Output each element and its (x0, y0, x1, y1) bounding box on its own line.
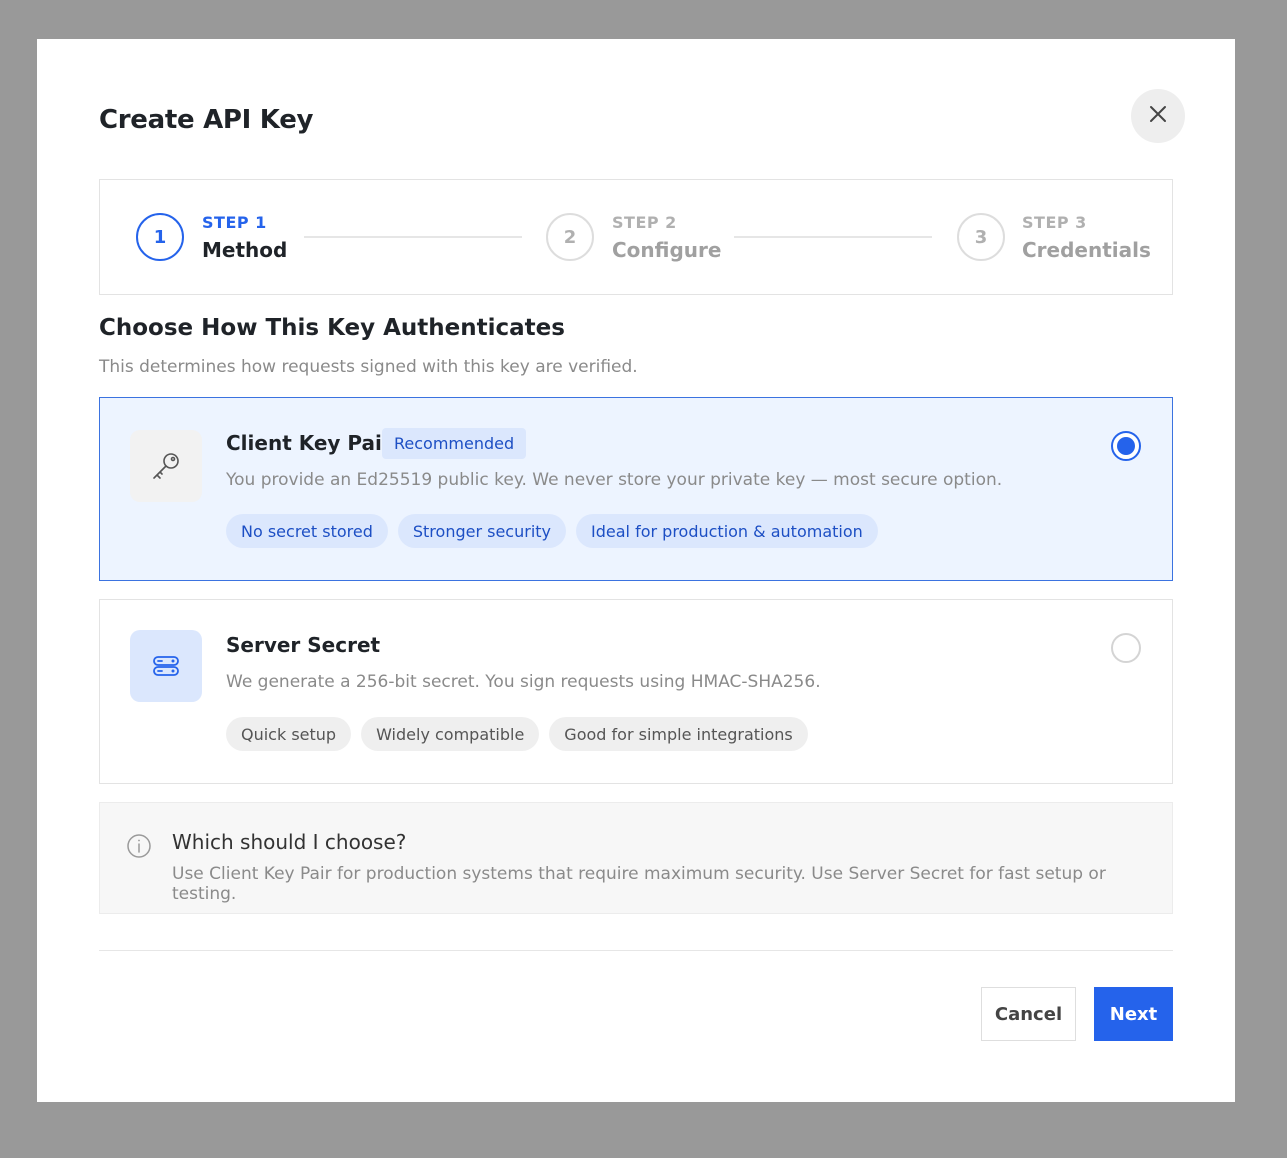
option-description: You provide an Ed25519 public key. We ne… (226, 470, 1003, 490)
info-icon (126, 833, 152, 863)
create-api-key-dialog: Create API Key 1 STEP 1 Method 2 STEP 2 … (37, 39, 1235, 1102)
tag: Stronger security (397, 514, 567, 548)
next-button[interactable]: Next (1094, 987, 1173, 1041)
tag: No secret stored (226, 514, 388, 548)
step-3-number: 3 (974, 226, 988, 248)
step-2-name: Configure (612, 238, 722, 262)
option-title: Client Key Pair (226, 431, 392, 455)
step-2-number: 2 (563, 226, 577, 248)
close-button[interactable] (1131, 89, 1185, 143)
option-tags: No secret stored Stronger security Ideal… (226, 514, 878, 548)
step-connector (734, 236, 932, 238)
close-icon (1149, 105, 1167, 127)
tag: Quick setup (226, 717, 352, 751)
option-server-secret[interactable]: Server Secret We generate a 256-bit secr… (99, 599, 1173, 784)
footer-divider (99, 950, 1173, 951)
tag: Good for simple integrations (549, 717, 808, 751)
option-tags: Quick setup Widely compatible Good for s… (226, 717, 808, 751)
option-client-key-pair[interactable]: Client Key Pair Recommended You provide … (99, 397, 1173, 581)
info-title: Which should I choose? (172, 830, 407, 854)
key-icon (130, 430, 202, 502)
dialog-title: Create API Key (99, 105, 314, 135)
radio-client-key-pair[interactable] (1111, 431, 1141, 461)
step-1-circle: 1 (136, 213, 184, 261)
step-1-label: STEP 1 (202, 213, 267, 232)
step-1-name: Method (202, 238, 288, 262)
recommended-badge: Recommended (382, 428, 527, 459)
stepper: 1 STEP 1 Method 2 STEP 2 Configure 3 STE… (99, 179, 1173, 295)
tag: Ideal for production & automation (576, 514, 878, 548)
step-2-circle: 2 (546, 213, 594, 261)
step-connector (304, 236, 522, 238)
info-text: Use Client Key Pair for production syste… (172, 864, 1106, 904)
server-icon (130, 630, 202, 702)
step-2-label: STEP 2 (612, 213, 677, 232)
section-subtitle: This determines how requests signed with… (99, 357, 638, 377)
cancel-button[interactable]: Cancel (981, 987, 1076, 1041)
step-3-circle: 3 (957, 213, 1005, 261)
step-3-name: Credentials (1022, 238, 1151, 262)
section-title: Choose How This Key Authenticates (99, 315, 565, 341)
info-panel: Which should I choose? Use Client Key Pa… (99, 802, 1173, 914)
option-title: Server Secret (226, 633, 381, 657)
option-description: We generate a 256-bit secret. You sign r… (226, 672, 821, 692)
radio-server-secret[interactable] (1111, 633, 1141, 663)
step-3-label: STEP 3 (1022, 213, 1087, 232)
tag: Widely compatible (361, 717, 540, 751)
step-1-number: 1 (153, 226, 167, 248)
